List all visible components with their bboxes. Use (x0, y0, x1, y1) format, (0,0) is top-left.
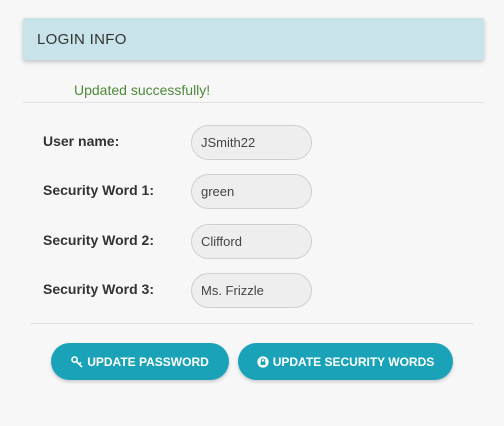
lock-icon (257, 355, 269, 368)
username-label: User name: (43, 133, 120, 149)
update-password-button[interactable]: UPDATE PASSWORD (51, 343, 229, 380)
panel-header: LOGIN INFO (23, 18, 484, 60)
success-message: Updated successfully! (74, 82, 211, 98)
security-word-3-label: Security Word 3: (43, 281, 154, 297)
security-word-1-label: Security Word 1: (43, 182, 154, 198)
login-info-panel: LOGIN INFO Updated successfully! User na… (0, 0, 504, 426)
username-field[interactable] (191, 125, 312, 160)
update-security-words-button[interactable]: UPDATE SECURITY WORDS (238, 343, 453, 380)
panel-title: LOGIN INFO (37, 31, 127, 48)
update-security-words-label: UPDATE SECURITY WORDS (272, 354, 435, 369)
security-word-2-label: Security Word 2: (43, 232, 154, 248)
security-word-3-field[interactable] (191, 273, 312, 308)
key-icon (71, 355, 83, 368)
divider (30, 323, 474, 324)
security-word-1-field[interactable] (191, 174, 312, 209)
security-word-2-field[interactable] (191, 224, 312, 259)
update-password-label: UPDATE PASSWORD (87, 354, 209, 369)
